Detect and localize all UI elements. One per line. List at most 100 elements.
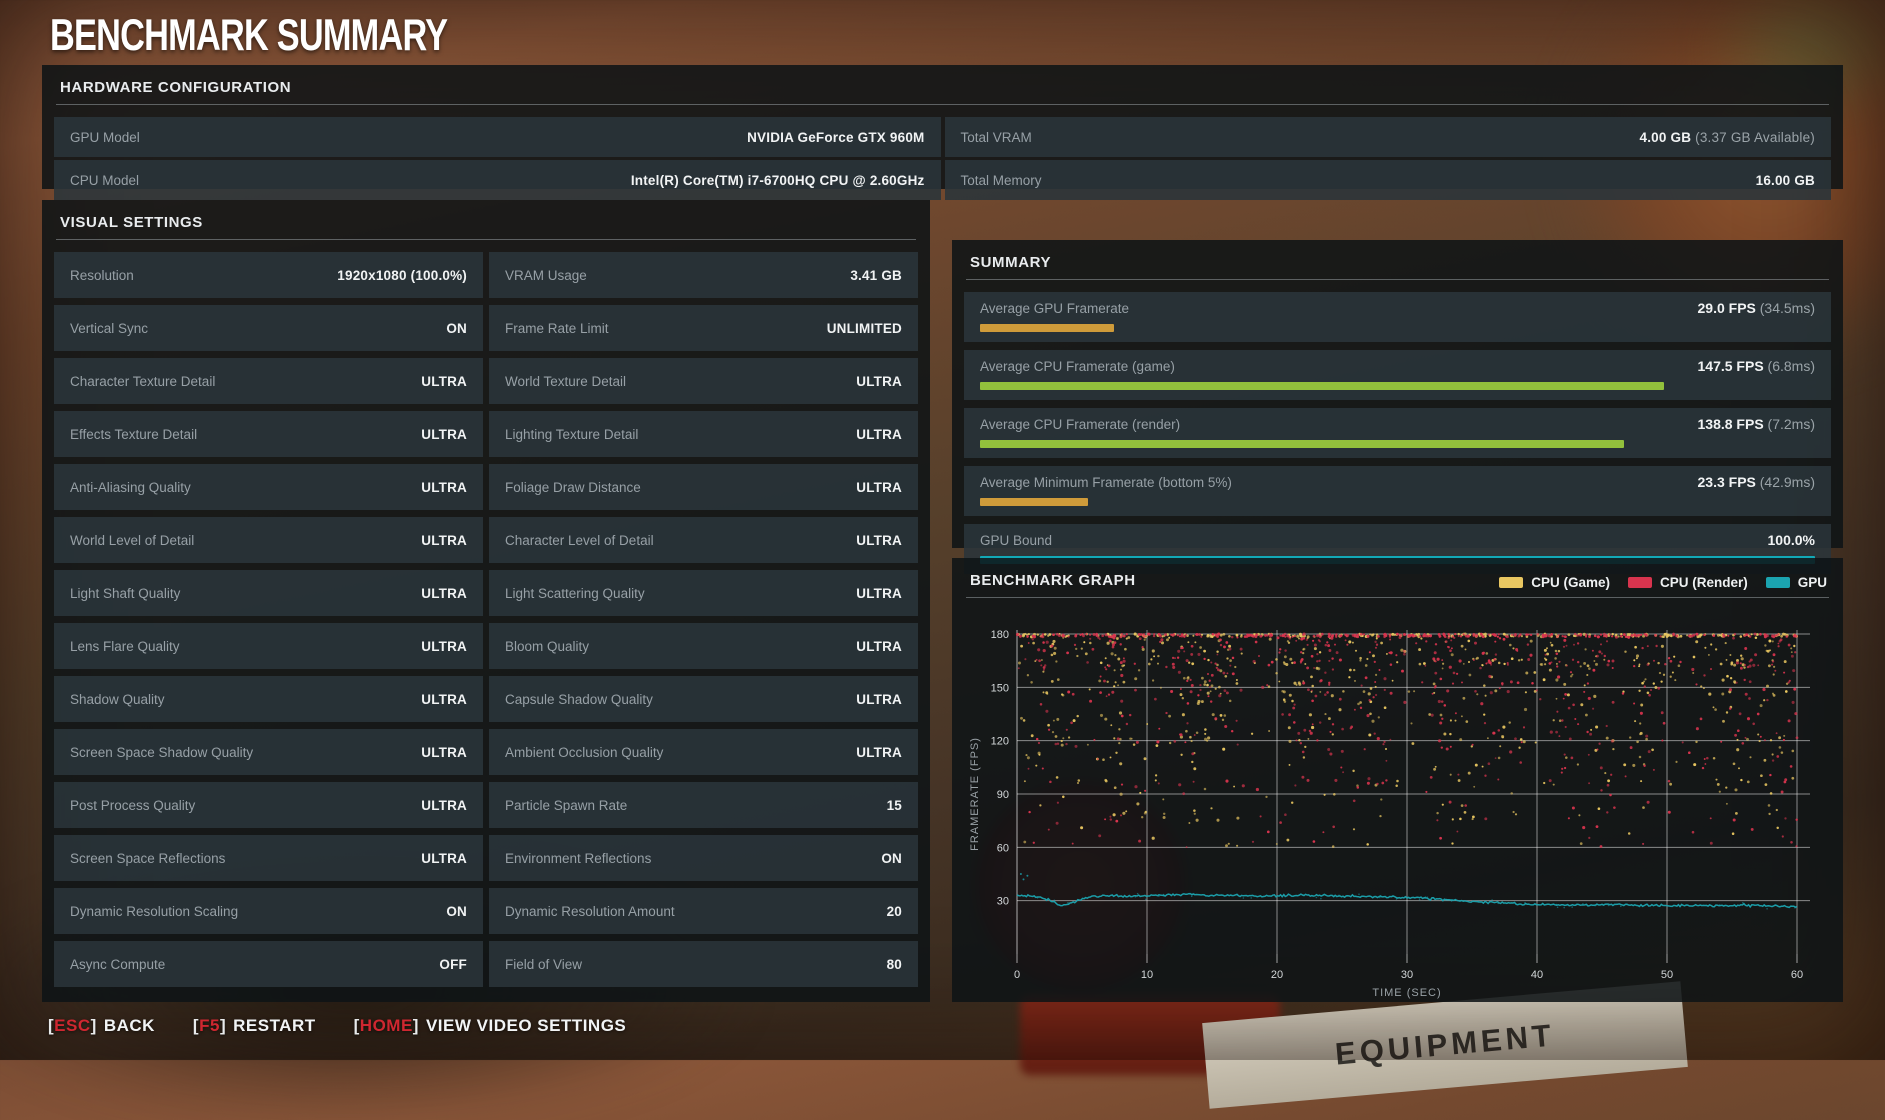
summary-row-value: 29.0 FPS (34.5ms): [1698, 300, 1816, 316]
visual-setting-row: Frame Rate Limit UNLIMITED: [489, 305, 918, 351]
settings-row-value: 1920x1080 (100.0%): [337, 268, 467, 283]
visual-setting-row: Light Shaft Quality ULTRA: [54, 570, 483, 616]
visual-setting-row: Screen Space Shadow Quality ULTRA: [54, 729, 483, 775]
summary-row: Average CPU Framerate (game) 147.5 FPS (…: [964, 350, 1831, 400]
summary-row-ms: (34.5ms): [1759, 300, 1815, 316]
visual-setting-row: Character Texture Detail ULTRA: [54, 358, 483, 404]
settings-row-label: Capsule Shadow Quality: [505, 691, 653, 707]
summary-row: Average CPU Framerate (render) 138.8 FPS…: [964, 408, 1831, 458]
key-name: F5: [199, 1016, 220, 1035]
settings-row-value-main: ULTRA: [421, 426, 467, 442]
summary-row: Average Minimum Framerate (bottom 5%) 23…: [964, 466, 1831, 516]
settings-row-value: ULTRA: [856, 639, 902, 654]
benchmark-graph-svg: 0 10 20 30 40 50 60 30 60 90 120 150 180 TIME (SEC) FR…: [969, 629, 1810, 999]
legend-label: CPU (Render): [1659, 575, 1748, 590]
settings-row-value-main: ULTRA: [856, 532, 902, 548]
settings-row-value-main: ULTRA: [856, 585, 902, 601]
summary-row-bar: [980, 498, 1088, 506]
hardware-configuration-panel: HARDWARE CONFIGURATION GPU Model NVIDIA …: [42, 65, 1843, 200]
settings-row-value-main: ULTRA: [421, 479, 467, 495]
summary-row-value: 147.5 FPS (6.8ms): [1698, 358, 1816, 374]
settings-row-value: 16.00 GB: [1756, 173, 1815, 188]
settings-row-value-main: Intel(R) Core(TM) i7-6700HQ CPU @ 2.60GH…: [630, 172, 925, 188]
divider: [56, 104, 1829, 105]
settings-row-label: Dynamic Resolution Amount: [505, 903, 675, 919]
settings-row-value-main: ULTRA: [421, 638, 467, 654]
settings-row-label: Screen Space Shadow Quality: [70, 744, 254, 760]
key-name: HOME: [359, 1016, 413, 1035]
hint-back[interactable]: [ESC] BACK: [48, 1016, 155, 1036]
settings-row-label: Lens Flare Quality: [70, 638, 180, 654]
settings-row-label: Ambient Occlusion Quality: [505, 744, 664, 760]
visual-setting-row: Capsule Shadow Quality ULTRA: [489, 676, 918, 722]
legend-swatch-icon: [1627, 577, 1652, 588]
settings-row-value-main: 80: [886, 956, 902, 972]
visual-setting-row: Environment Reflections ON: [489, 835, 918, 881]
settings-row-value-main: ON: [446, 320, 467, 336]
settings-row-label: Vertical Sync: [70, 320, 149, 336]
summary-row-value: 100.0%: [1768, 532, 1815, 548]
settings-row-label: GPU Model: [70, 129, 140, 145]
summary-row-fps: 147.5 FPS: [1697, 358, 1764, 374]
settings-row-label: Bloom Quality: [505, 638, 590, 654]
summary-row-label: Average CPU Framerate (render): [980, 417, 1181, 432]
visual-setting-row: Resolution 1920x1080 (100.0%): [54, 252, 483, 298]
hardware-row: Total VRAM 4.00 GB (3.37 GB Available): [944, 117, 1831, 157]
settings-row-label: Total Memory: [960, 172, 1042, 188]
settings-row-value: ON: [446, 904, 467, 919]
settings-row-label: World Texture Detail: [505, 373, 627, 389]
hint-label: RESTART: [233, 1016, 316, 1035]
svg-text:50: 50: [1661, 969, 1673, 981]
visual-setting-row: Lens Flare Quality ULTRA: [54, 623, 483, 669]
settings-row-value-main: ULTRA: [421, 850, 467, 866]
settings-row-value-main: ON: [446, 903, 467, 919]
visual-setting-row: Shadow Quality ULTRA: [54, 676, 483, 722]
settings-row-label: CPU Model: [70, 172, 140, 188]
settings-row-value: ULTRA: [856, 374, 902, 389]
svg-text:TIME (SEC): TIME (SEC): [1372, 987, 1441, 999]
visual-setting-row: Light Scattering Quality ULTRA: [489, 570, 918, 616]
settings-row-value: ULTRA: [856, 427, 902, 442]
settings-row-value-main: 15: [886, 797, 902, 813]
settings-row-value-main: 20: [886, 903, 902, 919]
settings-row-value: ULTRA: [421, 745, 467, 760]
settings-row-value-main: ULTRA: [421, 797, 467, 813]
settings-row-label: Character Level of Detail: [505, 532, 654, 548]
settings-row-label: Anti-Aliasing Quality: [70, 479, 191, 495]
settings-row-value-main: ULTRA: [421, 373, 467, 389]
visual-setting-row: Bloom Quality ULTRA: [489, 623, 918, 669]
settings-row-label: Screen Space Reflections: [70, 850, 226, 866]
summary-row-fps: 138.8 FPS: [1697, 416, 1764, 432]
visual-setting-row: Async Compute OFF: [54, 941, 483, 987]
settings-row-label: Async Compute: [70, 956, 166, 972]
settings-row-value-main: 16.00 GB: [1755, 172, 1815, 188]
hardware-row: GPU Model NVIDIA GeForce GTX 960M: [54, 117, 941, 157]
settings-row-value: UNLIMITED: [827, 321, 902, 336]
settings-row-label: Dynamic Resolution Scaling: [70, 903, 239, 919]
settings-row-label: Lighting Texture Detail: [505, 426, 639, 442]
summary-row-value: 138.8 FPS (7.2ms): [1698, 416, 1816, 432]
summary-row-bar: [980, 382, 1664, 390]
hint-view-video-settings[interactable]: [HOME] VIEW VIDEO SETTINGS: [354, 1016, 627, 1036]
settings-row-value: ON: [446, 321, 467, 336]
settings-row-value: ULTRA: [421, 374, 467, 389]
settings-row-label: Environment Reflections: [505, 850, 652, 866]
hint-restart[interactable]: [F5] RESTART: [193, 1016, 316, 1036]
footer-hints: [ESC] BACK [F5] RESTART [HOME] VIEW VIDEO SET…: [48, 1016, 626, 1036]
settings-row-label: Character Texture Detail: [70, 373, 216, 389]
summary-row-fps: 23.3 FPS: [1697, 474, 1756, 490]
settings-row-value: 4.00 GB (3.37 GB Available): [1639, 130, 1815, 145]
bracket: ]: [412, 1016, 419, 1035]
settings-row-value: ULTRA: [421, 639, 467, 654]
summary-header: SUMMARY: [970, 254, 1052, 271]
settings-row-value-note: (3.37 GB Available): [1691, 129, 1815, 145]
settings-row-value-main: ULTRA: [421, 585, 467, 601]
svg-text:30: 30: [997, 896, 1009, 908]
visual-setting-row: Dynamic Resolution Scaling ON: [54, 888, 483, 934]
summary-row-ms: (42.9ms): [1759, 474, 1815, 490]
summary-row-bar: [980, 440, 1624, 448]
svg-text:10: 10: [1141, 969, 1153, 981]
legend-item: CPU (Game): [1499, 575, 1610, 590]
settings-row-value-main: ULTRA: [856, 691, 902, 707]
legend-label: CPU (Game): [1531, 575, 1610, 590]
